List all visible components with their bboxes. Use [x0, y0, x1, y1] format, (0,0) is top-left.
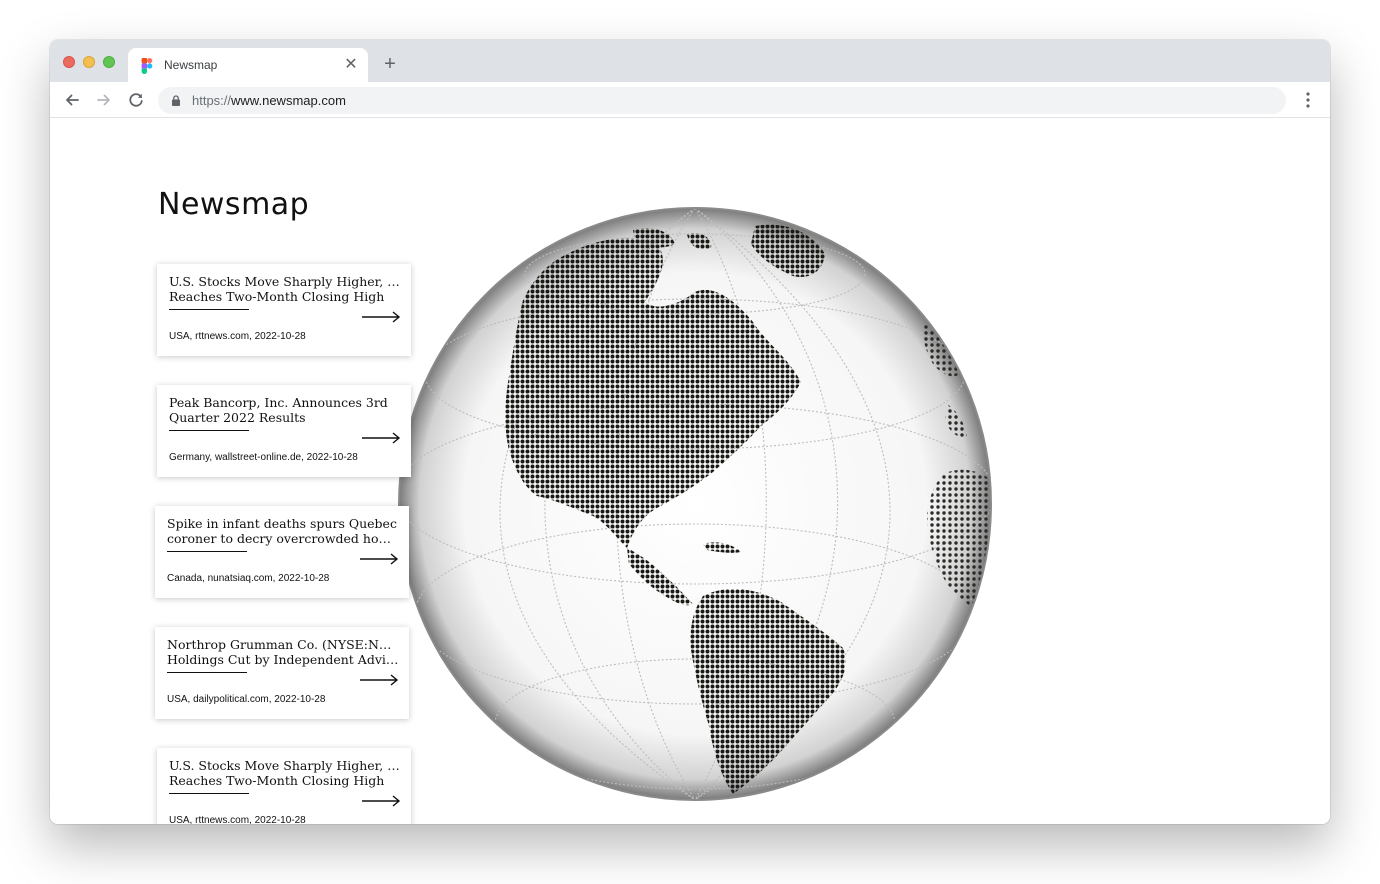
- news-meta: USA, rttnews.com, 2022-10-28: [169, 331, 306, 342]
- page-title: Newsmap: [158, 187, 310, 222]
- maximize-window-button[interactable]: [103, 56, 115, 68]
- news-card[interactable]: Peak Bancorp, Inc. Announces 3rd Quarter…: [157, 385, 411, 477]
- reload-icon[interactable]: [125, 89, 147, 111]
- arrow-right-icon[interactable]: [359, 672, 399, 688]
- arrow-right-icon[interactable]: [359, 551, 399, 567]
- back-arrow-icon[interactable]: [61, 89, 83, 111]
- news-card[interactable]: U.S. Stocks Move Sharply Higher, Dow Rea…: [157, 748, 411, 824]
- page-viewport: Newsmap U.S. Stocks Move Sharply Higher,…: [50, 119, 1330, 824]
- news-card[interactable]: Spike in infant deaths spurs Quebec coro…: [155, 506, 409, 598]
- tab-title: Newsmap: [164, 58, 218, 72]
- headline-line-1: U.S. Stocks Move Sharply Higher, Dow: [169, 274, 401, 289]
- globe-map[interactable]: [395, 204, 995, 804]
- headline-underline: [167, 672, 247, 673]
- tab-newsmap[interactable]: Newsmap ✕: [128, 48, 368, 82]
- news-headline[interactable]: Spike in infant deaths spurs Quebec coro…: [167, 516, 399, 546]
- tab-bar: Newsmap ✕ +: [50, 40, 1330, 82]
- news-card[interactable]: Northrop Grumman Co. (NYSE:NOC) Holdings…: [155, 627, 409, 719]
- headline-line-2: Holdings Cut by Independent Advisor...: [167, 652, 399, 667]
- kebab-menu-icon[interactable]: [1300, 91, 1316, 109]
- url-scheme: https://: [192, 93, 232, 108]
- minimize-window-button[interactable]: [83, 56, 95, 68]
- news-headline[interactable]: U.S. Stocks Move Sharply Higher, Dow Rea…: [169, 758, 401, 788]
- news-meta: USA, dailypolitical.com, 2022-10-28: [167, 694, 326, 705]
- headline-line-1: Spike in infant deaths spurs Quebec: [167, 516, 397, 531]
- new-tab-button[interactable]: +: [380, 54, 400, 74]
- headline-line-2: Reaches Two-Month Closing High: [169, 773, 385, 788]
- forward-arrow-icon[interactable]: [93, 89, 115, 111]
- address-bar[interactable]: https://www.newsmap.com: [158, 87, 1286, 114]
- headline-line-2: Reaches Two-Month Closing High: [169, 289, 385, 304]
- headline-line-1: U.S. Stocks Move Sharply Higher, Dow: [169, 758, 401, 773]
- news-meta: Germany, wallstreet-online.de, 2022-10-2…: [169, 452, 358, 463]
- headline-underline: [169, 309, 249, 310]
- close-window-button[interactable]: [63, 56, 75, 68]
- close-tab-icon[interactable]: ✕: [342, 56, 360, 74]
- headline-underline: [169, 793, 249, 794]
- headline-underline: [167, 551, 247, 552]
- arrow-right-icon[interactable]: [361, 309, 401, 325]
- url-host: www.newsmap.com: [231, 93, 346, 108]
- arrow-right-icon[interactable]: [361, 430, 401, 446]
- figma-favicon-icon: [141, 58, 153, 74]
- arrow-right-icon[interactable]: [361, 793, 401, 809]
- lock-icon: [172, 95, 180, 106]
- news-card[interactable]: U.S. Stocks Move Sharply Higher, Dow Rea…: [157, 264, 411, 356]
- headline-line-1: Northrop Grumman Co. (NYSE:NOC): [167, 637, 399, 652]
- browser-window: Newsmap ✕ + https://www.newsmap.com News…: [50, 40, 1330, 824]
- news-meta: Canada, nunatsiaq.com, 2022-10-28: [167, 573, 330, 584]
- news-headline[interactable]: Northrop Grumman Co. (NYSE:NOC) Holdings…: [167, 637, 399, 667]
- news-meta: USA, rttnews.com, 2022-10-28: [169, 815, 306, 824]
- news-headline[interactable]: Peak Bancorp, Inc. Announces 3rd Quarter…: [169, 395, 401, 425]
- browser-toolbar: https://www.newsmap.com: [50, 82, 1330, 118]
- headline-line-2: Quarter 2022 Results: [169, 410, 306, 425]
- headline-line-2: coroner to decry overcrowded housin...: [167, 531, 399, 546]
- headline-underline: [169, 430, 249, 431]
- url-text[interactable]: https://www.newsmap.com: [192, 93, 346, 108]
- headline-line-1: Peak Bancorp, Inc. Announces 3rd: [169, 395, 388, 410]
- news-headline[interactable]: U.S. Stocks Move Sharply Higher, Dow Rea…: [169, 274, 401, 304]
